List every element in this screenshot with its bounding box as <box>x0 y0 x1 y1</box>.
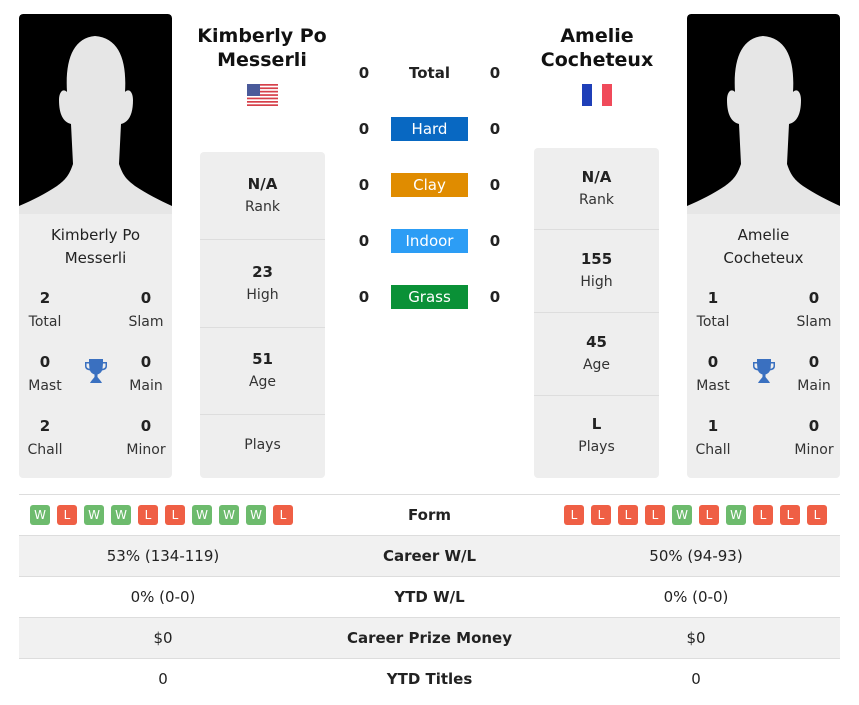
titles-main: 0 Main <box>797 353 831 394</box>
p2-value: 0 <box>691 670 701 688</box>
surface-indoor-badge[interactable]: Indoor <box>391 229 468 253</box>
form-loss-badge[interactable]: L <box>273 505 293 525</box>
form-win-badge[interactable]: W <box>726 505 746 525</box>
p1-value: $0 <box>153 629 173 647</box>
player2-card-name[interactable]: Amelie Cocheteux <box>687 224 840 270</box>
player2-photo <box>687 14 840 214</box>
stat-high: 155 High <box>534 230 659 313</box>
player1-heading[interactable]: Kimberly Po Messerli <box>187 24 337 72</box>
player2-card: Amelie Cocheteux 1 Total 0 Slam 0 Mast 0… <box>687 14 840 478</box>
h2h-hard-p1: 0 <box>358 120 370 138</box>
titles-slam: 0 Slam <box>128 289 164 330</box>
surface-hard-badge[interactable]: Hard <box>391 117 468 141</box>
stat-high: 23 High <box>200 240 325 328</box>
stat-rank: N/A Rank <box>534 148 659 230</box>
surface-clay-badge[interactable]: Clay <box>391 173 468 197</box>
form-loss-badge[interactable]: L <box>564 505 584 525</box>
titles-mast: 0 Mast <box>28 353 62 394</box>
form-win-badge[interactable]: W <box>84 505 104 525</box>
p1-value: 53% (134-119) <box>106 547 220 565</box>
stat-plays: Plays <box>244 437 281 453</box>
trophy-icon <box>85 359 107 383</box>
table-row-career-wl: 53% (134-119) Career W/L 50% (94-93) <box>19 535 840 576</box>
row-label: YTD Titles <box>386 670 473 688</box>
h2h-clay-p1: 0 <box>358 176 370 194</box>
p1-value: 0% (0-0) <box>130 588 196 606</box>
table-row-ytd-titles: 0 YTD Titles 0 <box>19 658 840 699</box>
h2h-total-p1: 0 <box>358 64 370 82</box>
form-loss-badge[interactable]: L <box>57 505 77 525</box>
table-row-ytd-wl: 0% (0-0) YTD W/L 0% (0-0) <box>19 576 840 617</box>
titles-slam: 0 Slam <box>796 289 832 330</box>
form-win-badge[interactable]: W <box>672 505 692 525</box>
form-row: WLWWLLWWWL Form LLLLWLWLLL <box>19 494 840 535</box>
silhouette-icon <box>687 36 840 214</box>
surface-grass-badge[interactable]: Grass <box>391 285 468 309</box>
player1-card-name[interactable]: Kimberly Po Messerli <box>19 224 172 270</box>
france-flag-icon <box>582 84 612 106</box>
player2-form: LLLLWLWLLL <box>564 505 827 525</box>
player2-heading[interactable]: Amelie Cocheteux <box>522 24 672 72</box>
p2-value: 50% (94-93) <box>649 547 743 565</box>
player1-photo <box>19 14 172 214</box>
form-loss-badge[interactable]: L <box>645 505 665 525</box>
form-loss-badge[interactable]: L <box>165 505 185 525</box>
row-label: Career Prize Money <box>346 629 512 647</box>
titles-total: 1 Total <box>696 289 730 330</box>
form-win-badge[interactable]: W <box>111 505 131 525</box>
player2-stats: N/A Rank 155 High 45 Age L Plays <box>534 148 659 478</box>
titles-total: 2 Total <box>28 289 62 330</box>
form-loss-badge[interactable]: L <box>618 505 638 525</box>
h2h-grass-p1: 0 <box>358 288 370 306</box>
h2h-hard-p2: 0 <box>489 120 501 138</box>
form-loss-badge[interactable]: L <box>138 505 158 525</box>
form-loss-badge[interactable]: L <box>780 505 800 525</box>
h2h-clay-p2: 0 <box>489 176 501 194</box>
stat-age: 51 Age <box>200 328 325 415</box>
row-label: Career W/L <box>382 547 477 565</box>
titles-minor: 0 Minor <box>794 417 834 458</box>
surface-total: Total <box>409 64 450 82</box>
player1-card: Kimberly Po Messerli 2 Total 0 Slam 0 Ma… <box>19 14 172 478</box>
form-win-badge[interactable]: W <box>192 505 212 525</box>
player1-stats: N/A Rank 23 High 51 Age Plays <box>200 152 325 478</box>
h2h-grass-p2: 0 <box>489 288 501 306</box>
p1-value: 0 <box>158 670 168 688</box>
titles-mast: 0 Mast <box>696 353 730 394</box>
usa-flag-icon <box>247 84 278 106</box>
form-win-badge[interactable]: W <box>246 505 266 525</box>
form-loss-badge[interactable]: L <box>807 505 827 525</box>
form-label: Form <box>408 506 451 524</box>
stat-rank: N/A Rank <box>200 152 325 240</box>
form-win-badge[interactable]: W <box>30 505 50 525</box>
p2-value: 0% (0-0) <box>663 588 729 606</box>
trophy-icon <box>753 359 775 383</box>
form-loss-badge[interactable]: L <box>591 505 611 525</box>
p2-value: $0 <box>686 629 706 647</box>
row-label: YTD W/L <box>394 588 465 606</box>
titles-main: 0 Main <box>129 353 163 394</box>
titles-chall: 2 Chall <box>27 417 63 458</box>
h2h-indoor-p1: 0 <box>358 232 370 250</box>
form-loss-badge[interactable]: L <box>753 505 773 525</box>
stat-age: 45 Age <box>534 313 659 396</box>
form-win-badge[interactable]: W <box>219 505 239 525</box>
stat-plays: L Plays <box>578 415 615 455</box>
player1-form: WLWWLLWWWL <box>30 505 293 525</box>
titles-chall: 1 Chall <box>695 417 731 458</box>
h2h-indoor-p2: 0 <box>489 232 501 250</box>
form-loss-badge[interactable]: L <box>699 505 719 525</box>
h2h-total-p2: 0 <box>489 64 501 82</box>
table-row-prize-money: $0 Career Prize Money $0 <box>19 617 840 658</box>
titles-minor: 0 Minor <box>126 417 166 458</box>
silhouette-icon <box>19 36 172 214</box>
